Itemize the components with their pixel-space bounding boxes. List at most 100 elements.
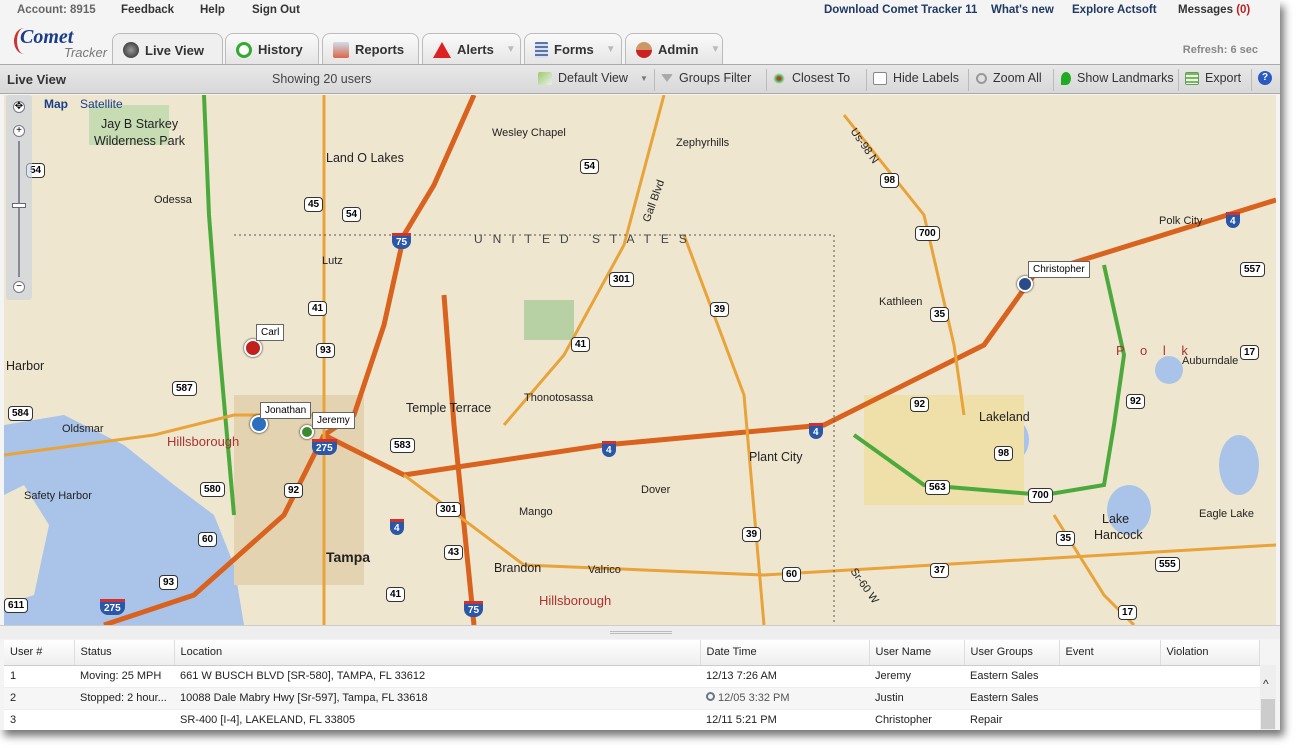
crosshair-icon <box>772 71 786 85</box>
help-button[interactable]: ? <box>1258 71 1272 85</box>
cell-user-name: Justin <box>869 687 964 710</box>
place-label: Jay B Starkey <box>101 117 179 131</box>
column-header[interactable]: Status <box>74 640 175 666</box>
divider <box>654 69 655 91</box>
closest-to-button[interactable]: Closest To <box>772 71 850 85</box>
tab-history[interactable]: History <box>225 33 319 65</box>
splitter-grip[interactable] <box>610 631 672 634</box>
closest-to-label: Closest To <box>792 71 851 85</box>
highway-shield: 60 <box>198 532 218 547</box>
divider <box>968 69 969 91</box>
cell-user-name: Christopher <box>869 709 964 730</box>
account-label: Account: 8915 <box>17 4 96 16</box>
tab-forms[interactable]: Forms ▼ <box>524 33 622 65</box>
cell-datetime: 12/11 5:21 PM <box>700 709 869 730</box>
region-label: Hillsborough <box>539 593 612 608</box>
place-label: Temple Terrace <box>406 401 492 415</box>
show-landmarks-button[interactable]: Show Landmarks <box>1061 71 1174 85</box>
tab-alerts[interactable]: Alerts ▼ <box>422 33 521 65</box>
whats-new-link[interactable]: What's new <box>991 4 1054 16</box>
highway-shield: 92 <box>284 483 304 498</box>
place-label: Valrico <box>588 564 621 576</box>
cell-user-groups: Eastern Sales <box>964 687 1059 710</box>
cell-user-number: 2 <box>4 687 74 710</box>
marker-label: Jonathan <box>260 402 312 419</box>
vehicle-marker-carl[interactable] <box>244 339 262 357</box>
filter-icon <box>661 74 673 82</box>
zoom-slider-handle[interactable] <box>12 203 26 208</box>
toll-road <box>202 95 236 516</box>
column-header[interactable]: User Name <box>869 640 965 666</box>
help-link[interactable]: Help <box>200 4 225 16</box>
tab-admin[interactable]: Admin ▼ <box>625 33 723 65</box>
place-label: Land O Lakes <box>326 151 404 165</box>
zoom-control[interactable]: ✥ + − <box>6 95 32 300</box>
tab-live-view[interactable]: Live View <box>112 33 223 66</box>
cell-violation <box>1160 687 1260 710</box>
scrollbar-thumb[interactable] <box>1261 699 1275 729</box>
interstate-shield: 4 <box>1226 212 1240 228</box>
table-row[interactable]: 1 Moving: 25 MPH 661 W BUSCH BLVD [SR-580]… <box>4 665 1260 688</box>
highway-shield: 587 <box>172 381 197 396</box>
map-type-satellite[interactable]: Satellite <box>80 97 123 111</box>
cell-user-number: 1 <box>4 665 74 688</box>
tab-reports[interactable]: Reports <box>322 33 419 65</box>
grid-header: User # Status Location Date Time User Na… <box>4 640 1260 666</box>
column-header[interactable]: Date Time <box>700 640 870 666</box>
sign-out-link[interactable]: Sign Out <box>252 4 300 16</box>
column-header[interactable]: Event <box>1059 640 1161 666</box>
zoom-all-button[interactable]: Zoom All <box>976 71 1042 85</box>
highway-shield: 98 <box>880 173 900 188</box>
cell-status: Stopped: 2 hour... <box>74 687 174 710</box>
column-header[interactable]: User # <box>4 640 75 666</box>
grid-scrollbar[interactable]: ^ <box>1260 665 1276 730</box>
logo: Comet Tracker <box>14 26 109 60</box>
table-row[interactable]: 3 SR-400 [I-4], LAKELAND, FL 33805 12/11 5… <box>4 709 1260 730</box>
highway-shield: 93 <box>316 343 336 358</box>
hide-labels-button[interactable]: Hide Labels <box>873 71 959 85</box>
table-row[interactable]: 2 Stopped: 2 hour... 10088 Dale Mabry Hwy … <box>4 687 1260 710</box>
users-grid: User # Status Location Date Time User Na… <box>4 640 1260 730</box>
panel-splitter[interactable] <box>0 625 1280 639</box>
cell-datetime: 12/05 3:32 PM <box>700 687 869 710</box>
cell-violation <box>1160 709 1260 730</box>
highway-shield: 39 <box>742 527 762 542</box>
groups-filter-button[interactable]: Groups Filter <box>661 71 751 85</box>
export-button[interactable]: Export <box>1185 71 1241 85</box>
feedback-link[interactable]: Feedback <box>121 4 174 16</box>
interstate-shield: 4 <box>809 423 823 439</box>
scroll-up-icon[interactable]: ^ <box>1263 677 1269 691</box>
interstate-shield: 75 <box>392 233 412 249</box>
pan-icon[interactable]: ✥ <box>13 101 25 113</box>
highway-shield: 43 <box>444 545 464 560</box>
cell-user-name: Jeremy <box>869 665 964 688</box>
cell-violation <box>1160 665 1260 688</box>
default-view-button[interactable]: Default View ▼ <box>538 71 648 85</box>
messages-link[interactable]: Messages (0) <box>1178 4 1250 16</box>
download-link[interactable]: Download Comet Tracker 11 <box>824 4 977 16</box>
zoom-out-icon[interactable]: − <box>13 281 25 293</box>
spreadsheet-icon <box>1185 71 1199 85</box>
column-header[interactable]: User Groups <box>964 640 1060 666</box>
map-type-map[interactable]: Map <box>44 97 68 111</box>
map-canvas[interactable]: UNITED STATES Land O Lakes Wesley Chapel… <box>4 95 1276 625</box>
place-label: Zephyrhills <box>676 137 730 149</box>
column-header[interactable]: Location <box>174 640 701 666</box>
place-label: Wilderness Park <box>94 134 185 148</box>
chevron-down-icon[interactable]: ▼ <box>710 44 720 55</box>
highway-shield: 584 <box>8 406 33 421</box>
explore-link[interactable]: Explore Actsoft <box>1072 4 1157 16</box>
column-header[interactable]: Violation <box>1160 640 1260 666</box>
vehicle-marker-christopher[interactable] <box>1017 276 1033 292</box>
highway-shield: 555 <box>1155 557 1180 572</box>
highway-shield: 35 <box>1056 531 1076 546</box>
chevron-down-icon[interactable]: ▼ <box>640 74 648 83</box>
zoom-slider-track[interactable] <box>18 141 20 277</box>
chevron-down-icon[interactable]: ▼ <box>506 44 516 55</box>
magnifier-icon <box>976 72 987 84</box>
highway <box>842 114 966 416</box>
zoom-in-icon[interactable]: + <box>13 125 25 137</box>
speech-bubble-icon <box>873 71 887 85</box>
chevron-down-icon[interactable]: ▼ <box>606 44 616 55</box>
cell-user-number: 3 <box>4 709 74 730</box>
